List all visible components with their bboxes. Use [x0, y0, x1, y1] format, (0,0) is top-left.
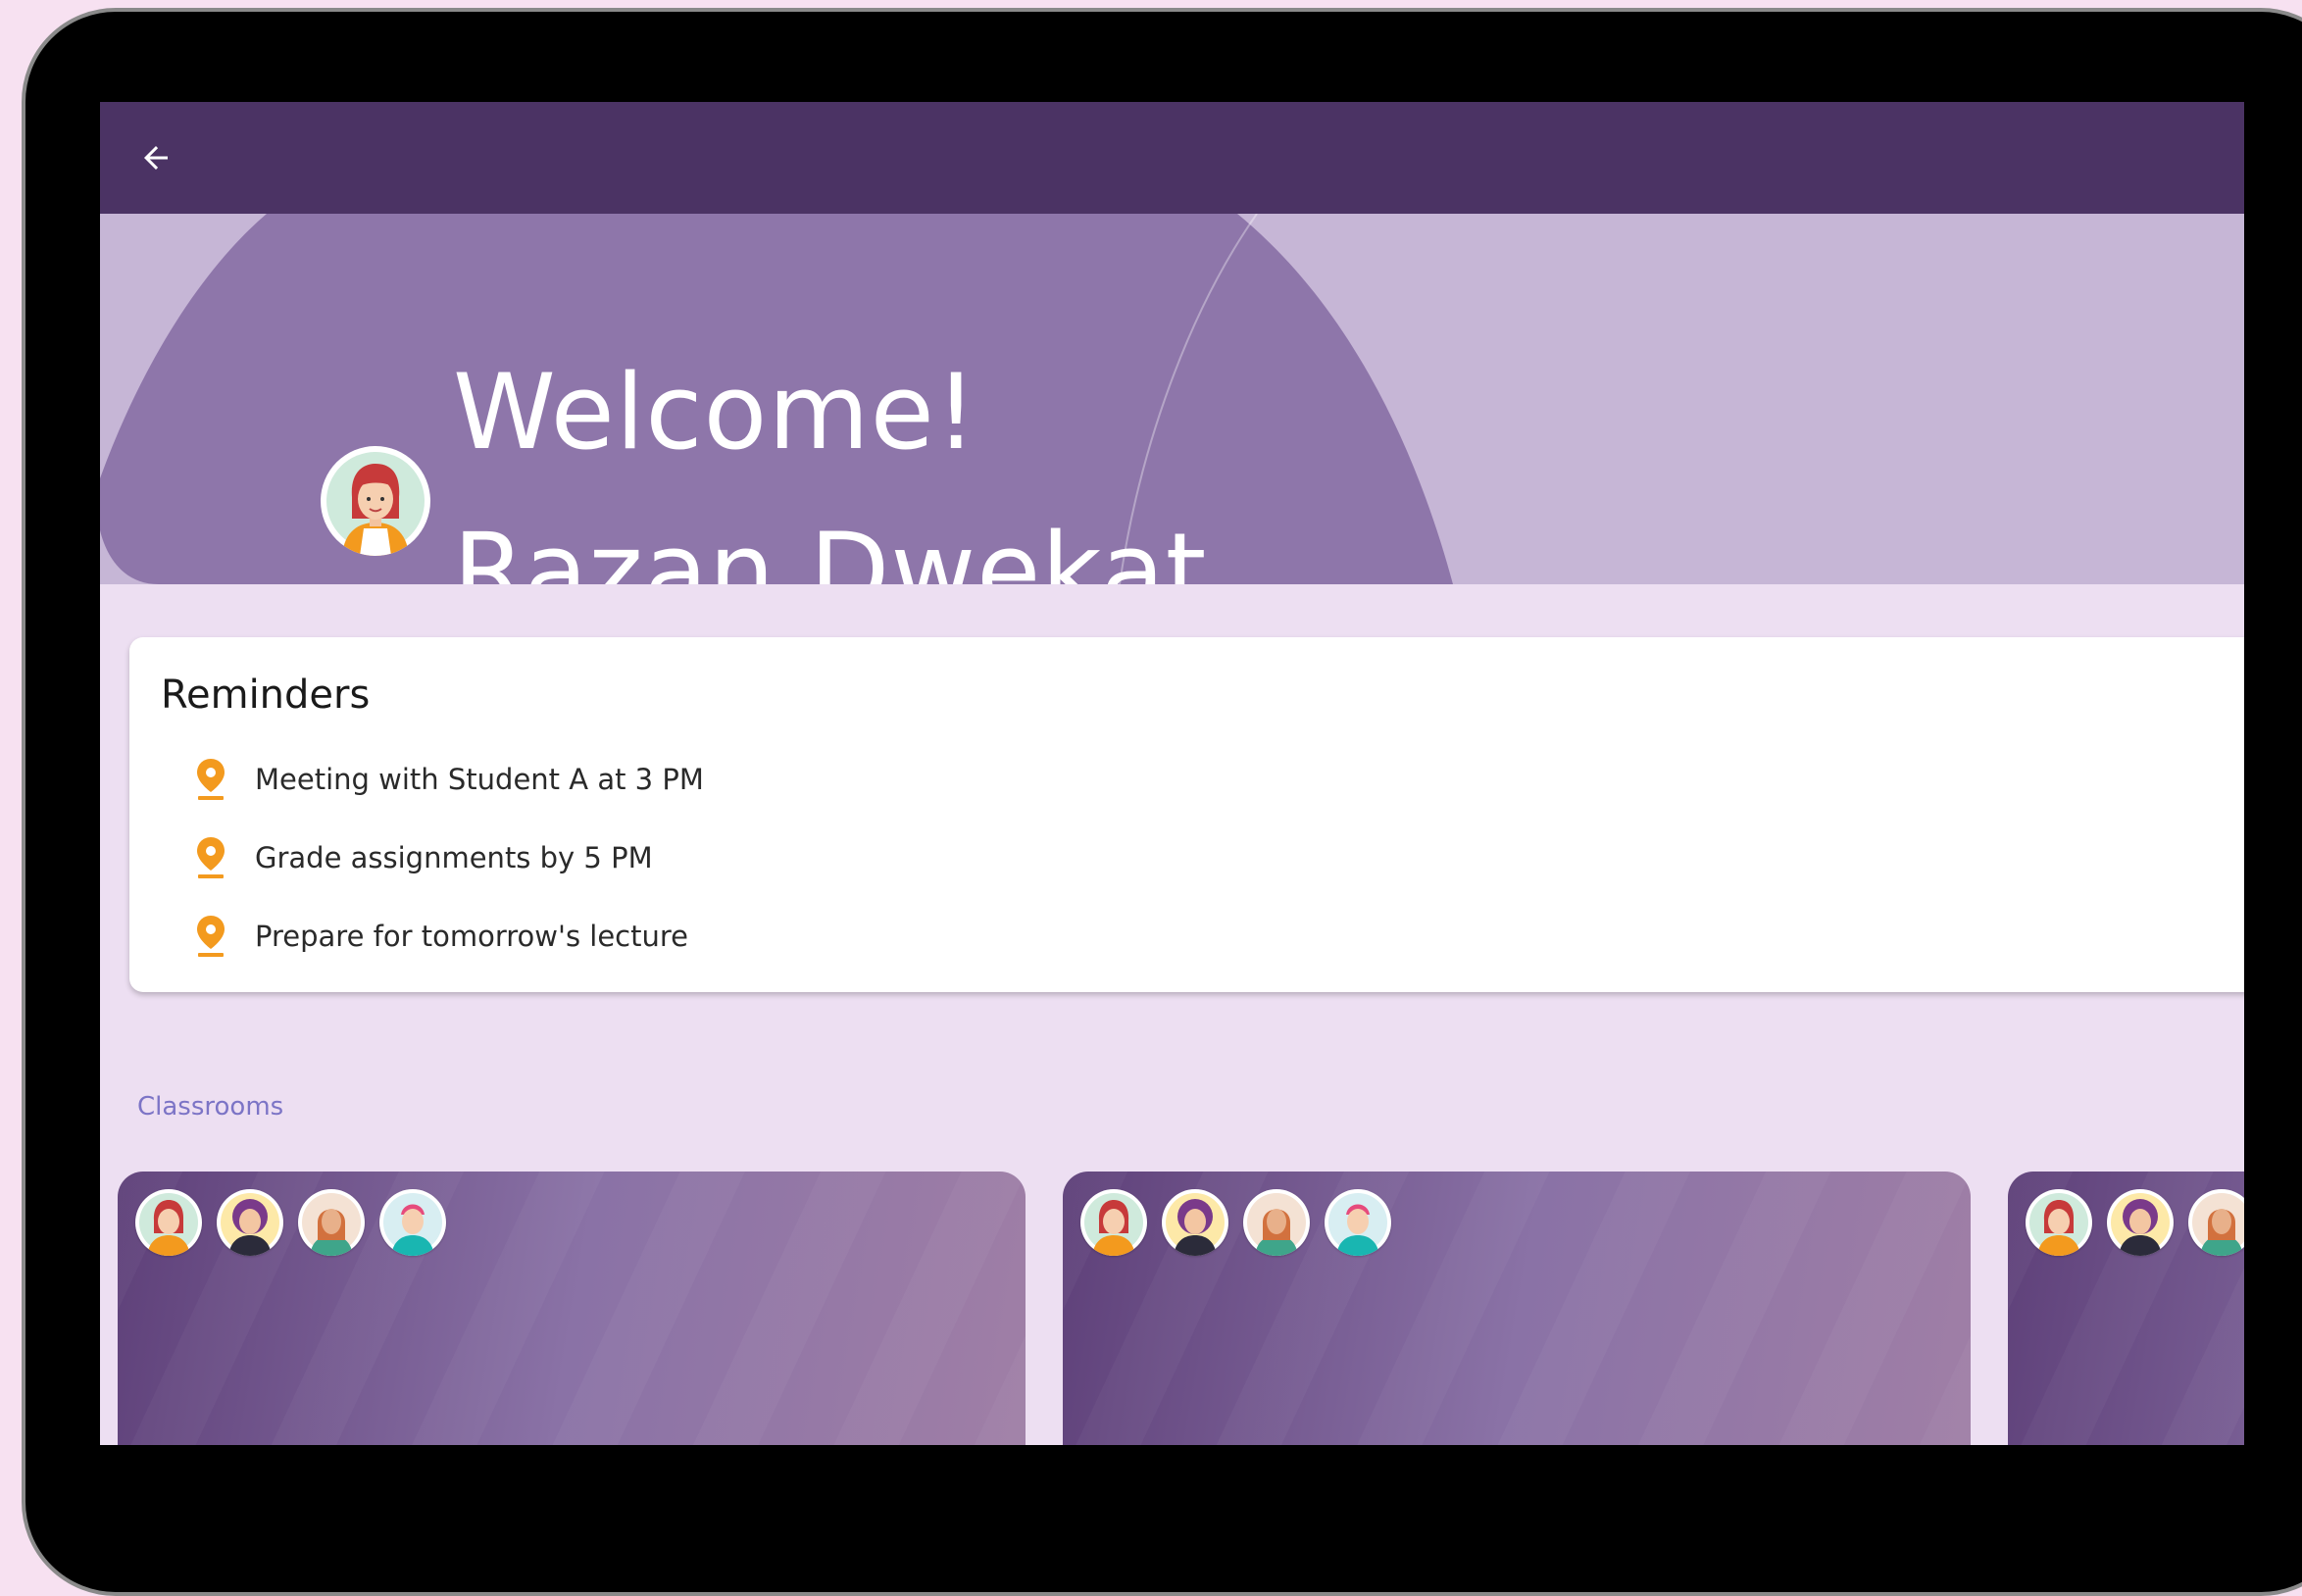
welcome-banner: Welcome! Razan Dwekat	[100, 214, 2244, 584]
student-avatar	[2026, 1189, 2092, 1256]
classroom-card[interactable]	[118, 1172, 1026, 1445]
avatar-illustration	[326, 452, 425, 556]
reminder-text: Meeting with Student A at 3 PM	[255, 763, 704, 796]
user-name: Razan Dwekat	[453, 511, 1208, 585]
reminder-text: Prepare for tomorrow's lecture	[255, 920, 689, 953]
student-avatar	[2107, 1189, 2174, 1256]
student-avatar	[1243, 1189, 1310, 1256]
reminder-text: Grade assignments by 5 PM	[255, 841, 653, 874]
location-pin-icon	[197, 916, 225, 957]
reminder-item[interactable]: Grade assignments by 5 PM	[129, 827, 2244, 906]
classrooms-section-label: Classrooms	[137, 1092, 284, 1122]
location-pin-icon	[197, 759, 225, 800]
reminders-title: Reminders	[161, 673, 371, 718]
student-avatar	[2188, 1189, 2244, 1256]
student-avatar	[1325, 1189, 1391, 1256]
app-bar	[100, 102, 2244, 214]
student-avatar	[217, 1189, 283, 1256]
user-avatar[interactable]	[321, 446, 430, 556]
welcome-greeting: Welcome!	[453, 352, 978, 473]
reminders-card: Reminders Meeting with Student A at 3 PM…	[129, 637, 2244, 992]
reminders-list[interactable]: Meeting with Student A at 3 PM Grade ass…	[129, 749, 2244, 961]
arrow-left-icon	[144, 146, 168, 170]
student-avatar	[379, 1189, 446, 1256]
student-avatar	[135, 1189, 202, 1256]
location-pin-icon	[197, 837, 225, 878]
reminder-item[interactable]: Meeting with Student A at 3 PM	[129, 749, 2244, 827]
student-avatar	[1080, 1189, 1147, 1256]
student-avatar	[298, 1189, 365, 1256]
classroom-card[interactable]	[2008, 1172, 2244, 1445]
app-screen: Welcome! Razan Dwekat Reminders Meeting …	[100, 102, 2244, 1445]
classroom-card[interactable]	[1063, 1172, 1971, 1445]
reminder-item[interactable]: Prepare for tomorrow's lecture	[129, 906, 2244, 961]
back-button[interactable]	[120, 122, 192, 194]
student-avatar	[1162, 1189, 1228, 1256]
